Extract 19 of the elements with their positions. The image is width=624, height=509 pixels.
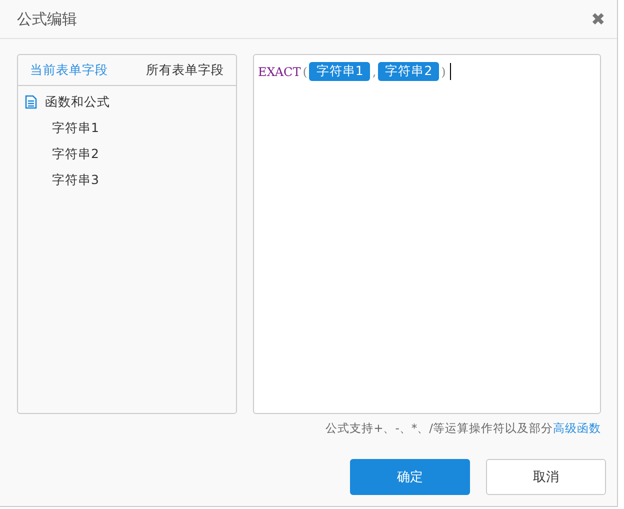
punctuation: ) [441,64,446,78]
function-name: EXACT [258,64,301,78]
field-tab[interactable]: 所有表单字段 [146,62,224,78]
hint-text: 公式支持+、-、*、/等运算操作符以及部分 [326,421,553,435]
cancel-button[interactable]: 取消 [486,459,606,495]
tree-item[interactable]: 字符串3 [18,167,99,193]
document-icon [25,95,37,109]
tree-item[interactable]: 函数和公式 [45,94,110,110]
field-token: 字符串2 [378,62,440,81]
formula-editor[interactable]: EXACT ( 字符串1 , 字符串2 ) [253,54,601,414]
tree-item[interactable]: 字符串1 [18,115,99,141]
confirm-button[interactable]: 确定 [350,459,470,495]
punctuation: , [372,64,376,78]
punctuation: ( [302,64,308,78]
dialog-title: 公式编辑 [17,10,77,28]
text-cursor [450,63,451,80]
tree-item[interactable]: 字符串2 [18,141,99,167]
field-token: 字符串1 [309,62,370,81]
close-button[interactable]: ✖ [591,8,605,30]
